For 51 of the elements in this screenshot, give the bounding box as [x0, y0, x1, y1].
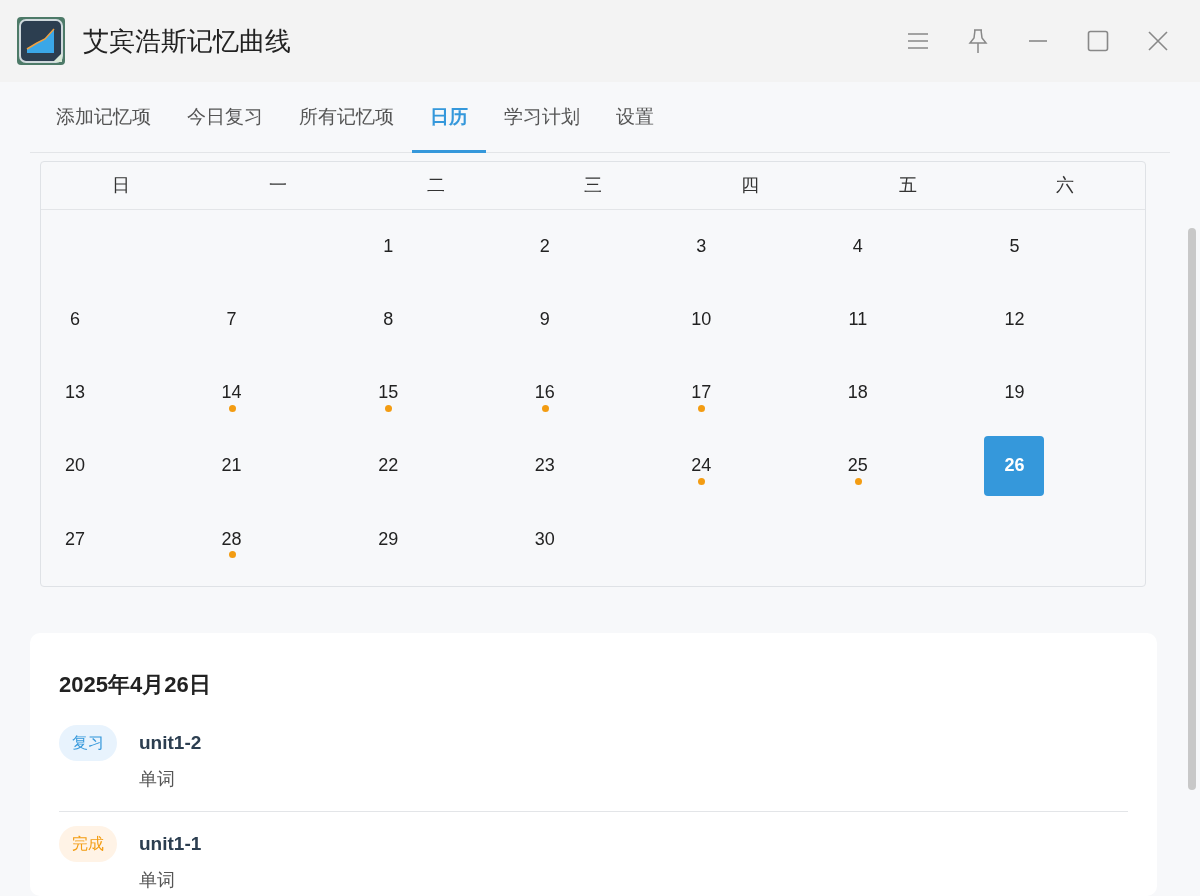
status-tag: 复习 — [59, 725, 117, 761]
calendar-day[interactable]: 10 — [671, 289, 732, 350]
date-heading: 2025年4月26日 — [59, 671, 212, 699]
weekday-label: 四 — [740, 174, 761, 197]
calendar-day[interactable]: 2 — [514, 216, 575, 276]
calendar-day[interactable]: 6 — [45, 289, 105, 350]
tab[interactable]: 学习计划 — [486, 82, 598, 153]
calendar-day[interactable]: 11 — [827, 289, 888, 350]
calendar-day[interactable]: 7 — [201, 289, 262, 350]
weekday-label: 一 — [268, 174, 289, 197]
calendar-day[interactable]: 5 — [984, 216, 1045, 276]
item-name: unit1-2 — [139, 731, 202, 755]
weekday-label: 六 — [1055, 174, 1076, 197]
window-title: 艾宾浩斯记忆曲线 — [83, 24, 291, 58]
calendar-day[interactable]: 13 — [45, 362, 105, 423]
item-name: unit1-1 — [139, 832, 202, 856]
calendar-day[interactable]: 1 — [358, 216, 419, 276]
calendar-day[interactable]: 16 — [514, 362, 575, 423]
calendar-day[interactable]: 27 — [45, 509, 105, 570]
weekday-label: 五 — [897, 174, 918, 197]
calendar-day[interactable]: 25 — [827, 435, 888, 496]
item-category: 单词 — [139, 869, 176, 892]
calendar-day[interactable]: 12 — [984, 289, 1045, 350]
calendar-day[interactable]: 28 — [201, 509, 262, 570]
calendar-day[interactable]: 14 — [201, 362, 262, 423]
status-tag: 完成 — [59, 826, 117, 862]
calendar-day[interactable]: 19 — [984, 362, 1045, 423]
weekday-label: 三 — [583, 174, 603, 197]
calendar-day[interactable]: 23 — [514, 435, 575, 496]
calendar-day[interactable]: 20 — [45, 435, 105, 496]
tab[interactable]: 今日复习 — [169, 82, 281, 153]
weekday-label: 二 — [425, 174, 446, 197]
calendar-day[interactable]: 9 — [514, 289, 575, 350]
tab[interactable]: 添加记忆项 — [38, 82, 169, 153]
calendar-day[interactable]: 17 — [671, 362, 732, 423]
tab[interactable]: 所有记忆项 — [281, 82, 412, 153]
weekday-label: 日 — [110, 174, 131, 197]
scrollbar-thumb[interactable] — [1188, 228, 1196, 790]
calendar-day[interactable]: 18 — [827, 362, 888, 423]
tab[interactable]: 设置 — [598, 82, 672, 153]
calendar-day[interactable]: 29 — [358, 509, 419, 570]
calendar-day[interactable]: 21 — [201, 435, 262, 496]
app-logo-icon — [17, 17, 65, 65]
calendar-day[interactable]: 22 — [358, 435, 419, 496]
calendar-day[interactable]: 24 — [671, 435, 732, 496]
calendar-day[interactable]: 3 — [671, 216, 732, 276]
calendar-day[interactable]: 30 — [514, 509, 575, 570]
item-category: 单词 — [139, 768, 176, 791]
calendar-day[interactable]: 8 — [358, 289, 419, 350]
calendar-day[interactable]: 4 — [827, 216, 888, 276]
calendar-day[interactable]: 15 — [358, 362, 419, 423]
